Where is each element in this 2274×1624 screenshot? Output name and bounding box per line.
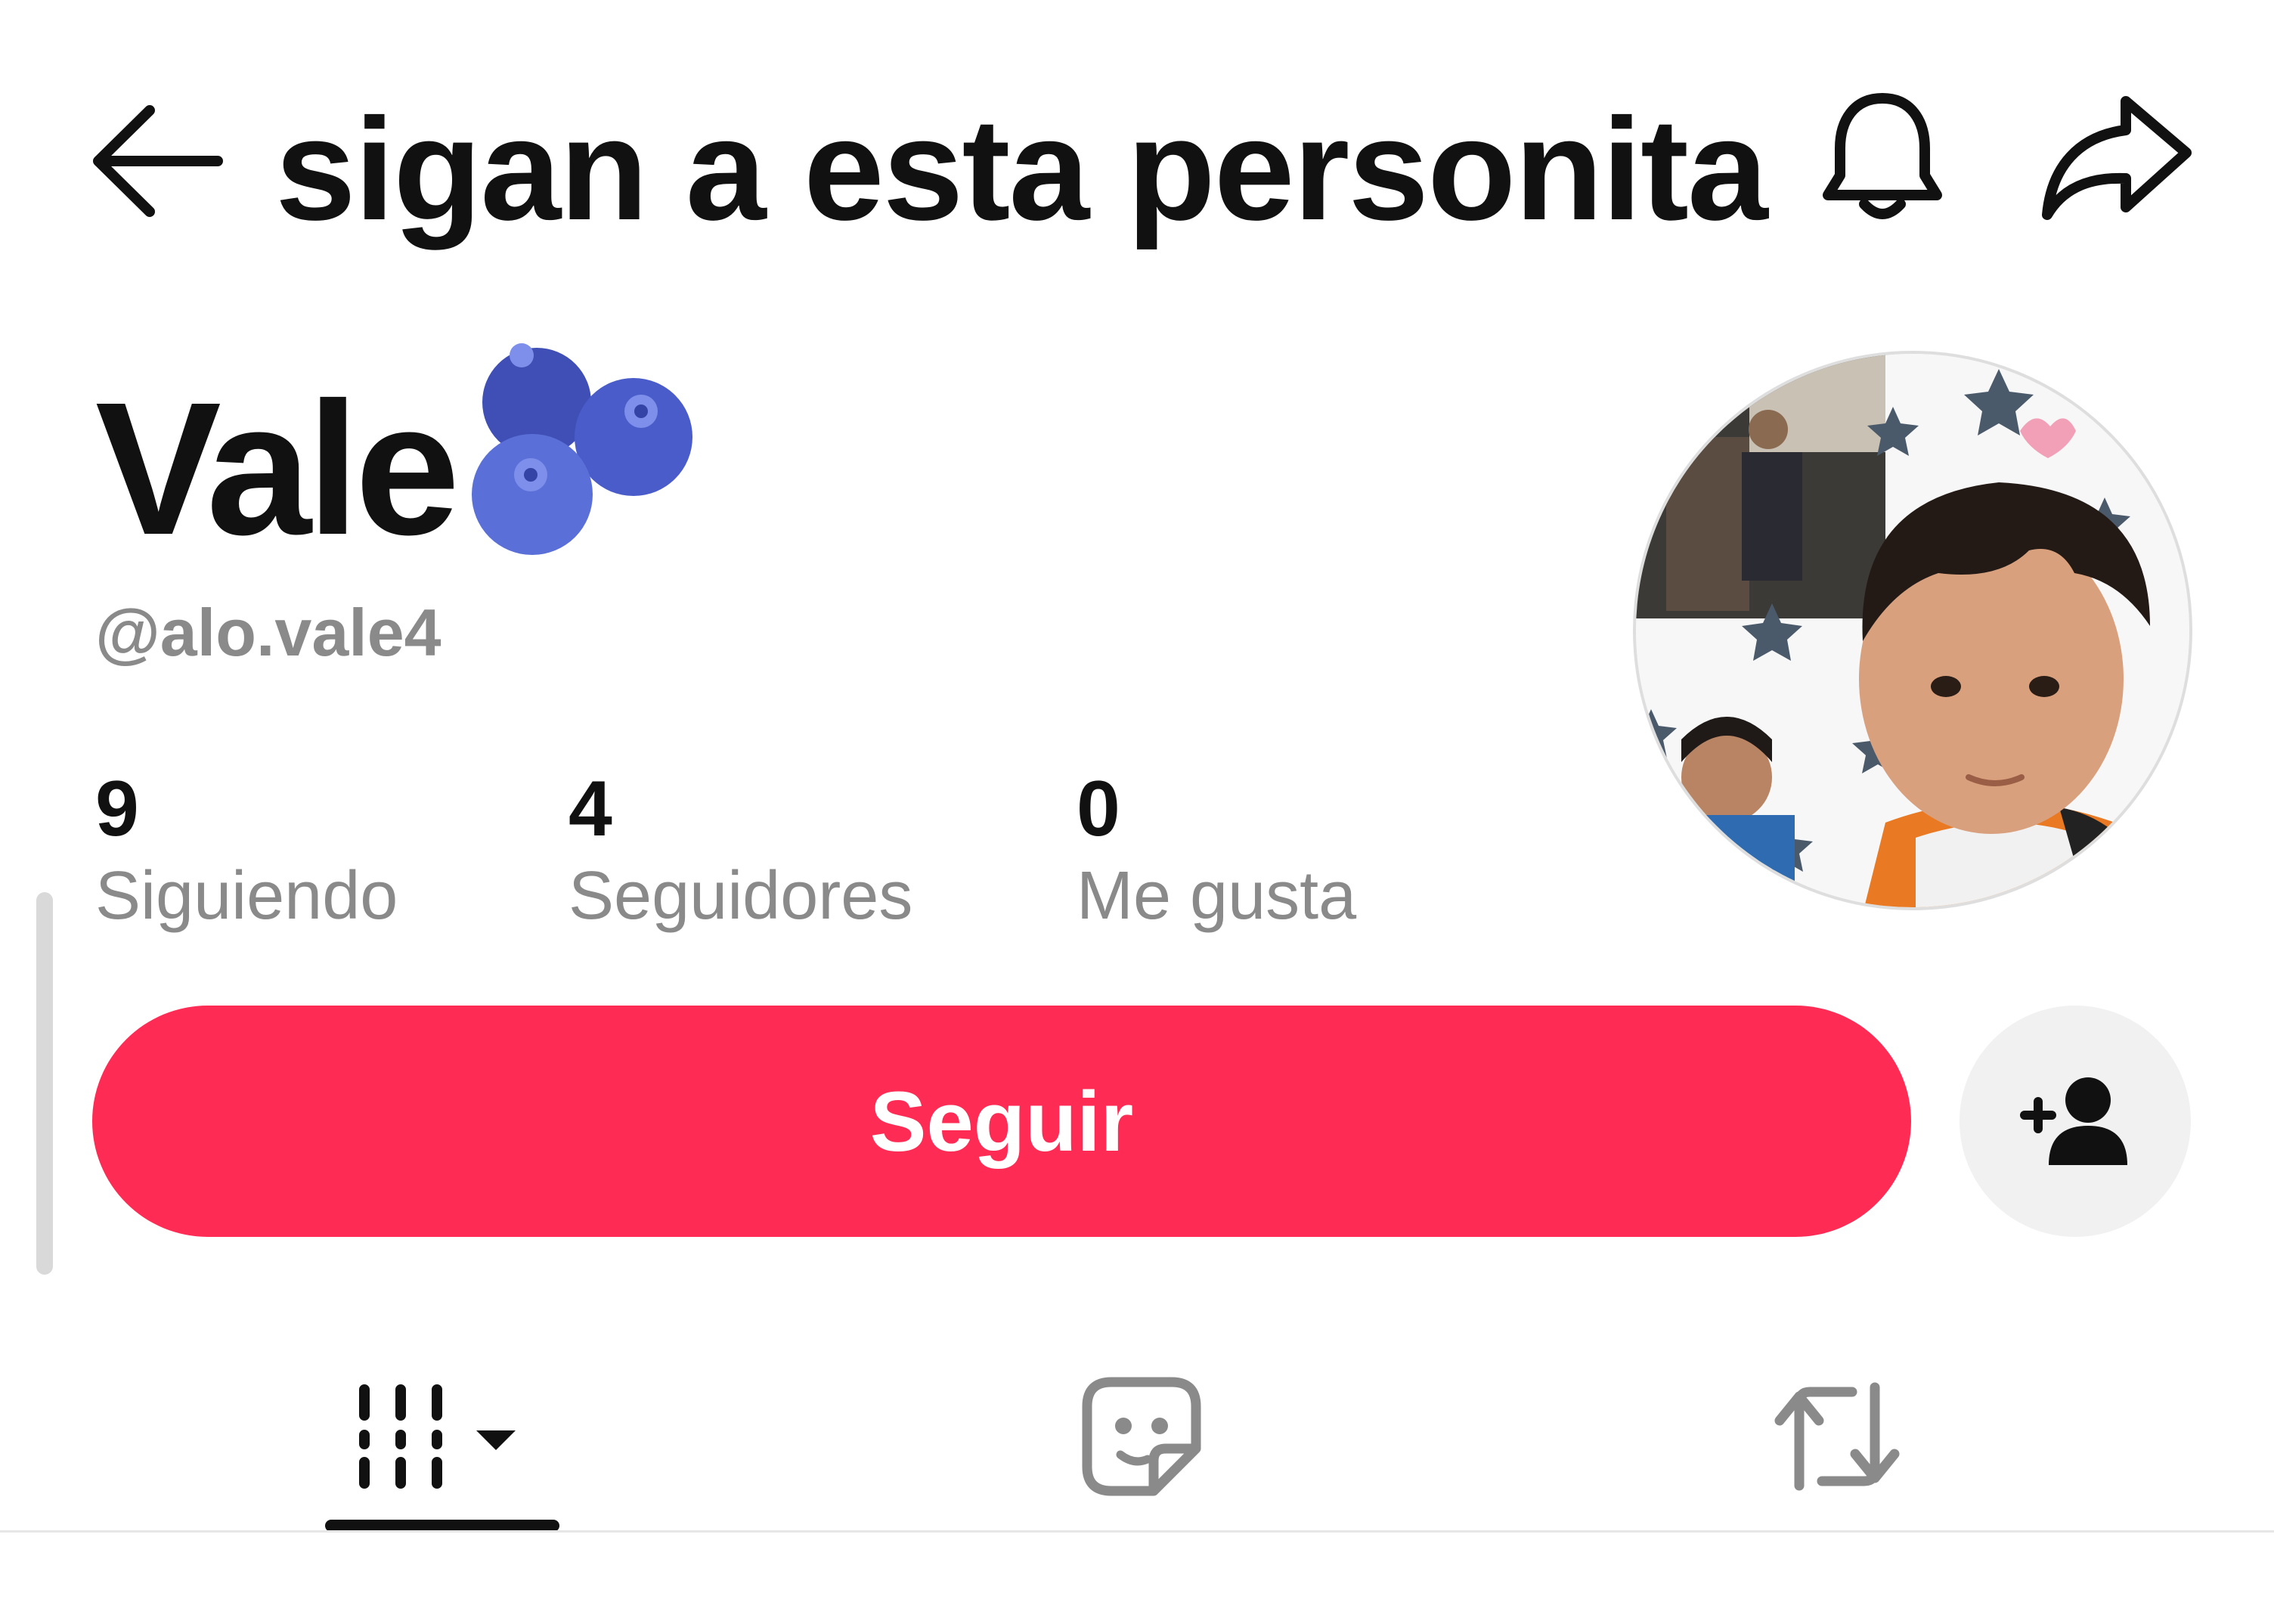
following-count: 9 xyxy=(95,765,139,853)
stat-followers[interactable]: 4 Seguidores xyxy=(568,764,912,938)
back-arrow-icon xyxy=(93,105,223,217)
add-user-icon xyxy=(2020,1077,2127,1165)
notification-button[interactable] xyxy=(1822,91,1943,227)
share-button[interactable] xyxy=(2041,94,2192,222)
video-grid-icon xyxy=(359,1384,516,1489)
display-name: Vale xyxy=(95,363,460,574)
back-button[interactable] xyxy=(89,97,225,225)
scroll-indicator xyxy=(36,892,53,1275)
tabs-divider xyxy=(0,1530,2274,1533)
tab-videos[interactable] xyxy=(325,1338,559,1535)
sticker-icon xyxy=(1082,1377,1201,1496)
following-label: Siguiendo xyxy=(95,858,398,934)
followers-label: Seguidores xyxy=(568,858,913,934)
tab-favorites[interactable] xyxy=(1043,1338,1240,1535)
likes-count: 0 xyxy=(1077,765,1120,853)
blueberries-emoji xyxy=(469,343,696,559)
username: @alo.vale4 xyxy=(95,595,441,670)
share-icon xyxy=(2042,96,2192,220)
stat-following[interactable]: 9 Siguiendo xyxy=(95,764,398,938)
tab-reposts[interactable] xyxy=(1739,1338,1935,1535)
follow-button[interactable]: Seguir xyxy=(92,1006,1911,1237)
avatar[interactable] xyxy=(1633,351,2192,910)
add-friend-button[interactable] xyxy=(1960,1006,2191,1237)
repost-icon xyxy=(1774,1382,1900,1491)
likes-label: Me gusta xyxy=(1077,858,1357,934)
page-title: sigan a esta personita xyxy=(275,88,1768,250)
stat-likes: 0 Me gusta xyxy=(1077,764,1356,938)
bell-icon xyxy=(1823,93,1942,219)
followers-count: 4 xyxy=(568,765,612,853)
